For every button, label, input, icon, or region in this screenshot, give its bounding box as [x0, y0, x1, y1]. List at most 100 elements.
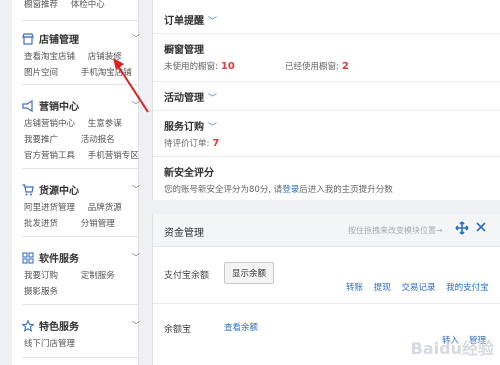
sidebar-row: 摄影服务: [24, 285, 68, 297]
chevron-down-icon[interactable]: ﹀: [132, 252, 140, 263]
sidebar-link[interactable]: 店铺营销中心: [24, 117, 75, 129]
sidebar-row: 官方营销工具 手机营销专区: [24, 149, 149, 161]
divider: [153, 156, 500, 157]
showcase-unused-label: 未使用的橱窗:: [164, 62, 218, 72]
divider: [153, 303, 500, 304]
sidebar-section-store[interactable]: 店铺管理 ﹀: [22, 31, 140, 46]
yuebao-label: 余额宝: [164, 325, 192, 335]
chevron-down-icon[interactable]: ﹀: [208, 17, 217, 27]
view-balance-link[interactable]: 查看余额: [224, 321, 258, 333]
divider: [22, 304, 140, 305]
sidebar: 橱窗推荐 体检中心 店铺管理 ﹀ 查看淘宝店铺 店铺装修 图片空间 手机淘宝店铺…: [12, 0, 142, 365]
sidebar-row: 我要订购 定制服务: [24, 269, 125, 281]
security-title: 新安全评分: [164, 168, 214, 179]
sidebar-row: 线下门店管理: [24, 337, 85, 349]
sidebar-section-title: 货源中心: [39, 186, 79, 197]
pending-review-label: 待评价订单:: [164, 139, 210, 149]
divider: [22, 168, 140, 169]
chevron-down-icon[interactable]: ﹀: [208, 123, 217, 133]
sidebar-section-marketing[interactable]: 营销中心 ﹀: [22, 98, 140, 113]
sidebar-link[interactable]: 官方营销工具: [24, 149, 75, 161]
divider: [22, 20, 140, 21]
divider: [22, 84, 140, 85]
cart-icon: [22, 183, 34, 196]
sidebar-link[interactable]: 生意参谋: [88, 117, 122, 129]
sidebar-link-checkup[interactable]: 体检中心: [71, 0, 105, 10]
transaction-record-link[interactable]: 交易记录: [401, 283, 435, 293]
showcase-used-label: 已经使用橱窗:: [285, 62, 339, 72]
sidebar-link[interactable]: 图片空间: [24, 66, 58, 78]
chevron-down-icon[interactable]: ﹀: [132, 33, 140, 44]
transfer-link[interactable]: 转账: [346, 283, 363, 293]
close-icon[interactable]: [475, 221, 487, 236]
sidebar-row: 阿里进货管理 品牌货源: [24, 201, 132, 213]
sidebar-section-featured[interactable]: 特色服务 ﹀: [21, 318, 140, 333]
service-order-header[interactable]: 服务订购 ﹀: [164, 118, 217, 133]
sidebar-link[interactable]: 分销管理: [81, 217, 115, 229]
withdraw-link[interactable]: 提现: [374, 283, 391, 293]
sidebar-section-title: 软件服务: [39, 254, 79, 265]
sidebar-link[interactable]: 品牌货源: [88, 201, 122, 213]
funds-panel-header[interactable]: 资金管理 按住拖拽来改变模块位置→: [153, 214, 500, 247]
sidebar-link-decoration[interactable]: 店铺装修: [88, 50, 122, 62]
alipay-balance-label: 支付宝余额: [164, 271, 210, 281]
sidebar-section-software[interactable]: 软件服务 ﹀: [22, 250, 140, 265]
order-reminder-header[interactable]: 订单提醒 ﹀: [164, 12, 217, 27]
sidebar-section-title: 营销中心: [39, 102, 79, 113]
sidebar-link[interactable]: 我要订购: [24, 269, 58, 281]
dashboard-panel: 订单提醒 ﹀ 橱窗管理 未使用的橱窗: 10 已经使用橱窗: 2 活动管理 ﹀ 服务订购…: [152, 0, 500, 200]
security-text: 您的账号新安全评分为80分, 请登录后进入我的主页提升分数: [164, 183, 393, 195]
chevron-down-icon[interactable]: ﹀: [132, 184, 140, 195]
login-link[interactable]: 登录: [282, 185, 299, 195]
sidebar-link-showcase[interactable]: 橱窗推荐: [24, 0, 58, 10]
activity-header[interactable]: 活动管理 ﹀: [164, 89, 217, 104]
chevron-down-icon[interactable]: ﹀: [132, 100, 140, 111]
chevron-down-icon[interactable]: ﹀: [208, 94, 217, 104]
sidebar-link[interactable]: 阿里进货管理: [24, 201, 75, 213]
showcase-title: 橱窗管理: [164, 45, 204, 56]
grid-icon: [22, 251, 34, 264]
sidebar-row: 查看淘宝店铺 店铺装修: [24, 50, 132, 62]
store-icon: [22, 32, 34, 45]
show-balance-button[interactable]: 显示余额: [224, 262, 275, 284]
order-reminder-title: 订单提醒: [164, 16, 204, 27]
move-icon[interactable]: [455, 221, 469, 238]
pending-review: 待评价订单: 7: [164, 137, 219, 149]
star-icon: [21, 318, 35, 332]
pending-review-value: 7: [212, 138, 220, 149]
chevron-down-icon[interactable]: ﹀: [132, 320, 140, 331]
divider: [153, 81, 500, 82]
sidebar-section-sourcing[interactable]: 货源中心 ﹀: [22, 182, 140, 197]
showcase-unused: 未使用的橱窗: 10: [164, 60, 235, 72]
showcase-used-value: 2: [341, 61, 349, 72]
megaphone-icon: [22, 99, 34, 112]
sidebar-link[interactable]: 手机淘宝店铺: [81, 66, 132, 78]
sidebar-link[interactable]: 批发进货: [24, 217, 58, 229]
sidebar-row: 店铺营销中心 生意参谋: [24, 117, 132, 129]
sidebar-row: 我要推广 活动报名: [24, 133, 125, 145]
showcase-unused-value: 10: [220, 61, 235, 72]
sidebar-link[interactable]: 我要推广: [24, 133, 58, 145]
sidebar-link[interactable]: 摄影服务: [24, 285, 58, 297]
sidebar-top-row: 橱窗推荐 体检中心: [24, 0, 115, 10]
sidebar-link[interactable]: 手机营销专区: [88, 149, 139, 161]
sidebar-section-title: 特色服务: [39, 322, 79, 333]
sidebar-row: 批发进货 分销管理: [24, 217, 125, 229]
funds-links: 转账 提现 交易记录 我的支付宝: [346, 281, 489, 293]
service-order-title: 服务订购: [164, 122, 204, 133]
my-alipay-link[interactable]: 我的支付宝: [446, 283, 489, 293]
divider: [153, 33, 500, 34]
sidebar-link[interactable]: 线下门店管理: [24, 337, 75, 349]
showcase-used: 已经使用橱窗: 2: [285, 60, 349, 72]
funds-title: 资金管理: [164, 228, 204, 239]
sidebar-link[interactable]: 定制服务: [81, 269, 115, 281]
sidebar-section-title: 店铺管理: [39, 35, 79, 46]
divider: [22, 236, 140, 237]
security-text-after: 后进入我的主页提升分数: [299, 185, 393, 195]
divider: [22, 357, 140, 358]
sidebar-link[interactable]: 查看淘宝店铺: [24, 50, 75, 62]
activity-title: 活动管理: [164, 93, 204, 104]
sidebar-row: 图片空间 手机淘宝店铺: [24, 66, 142, 78]
sidebar-link[interactable]: 活动报名: [81, 133, 115, 145]
watermark: Baidu经验: [410, 339, 494, 358]
